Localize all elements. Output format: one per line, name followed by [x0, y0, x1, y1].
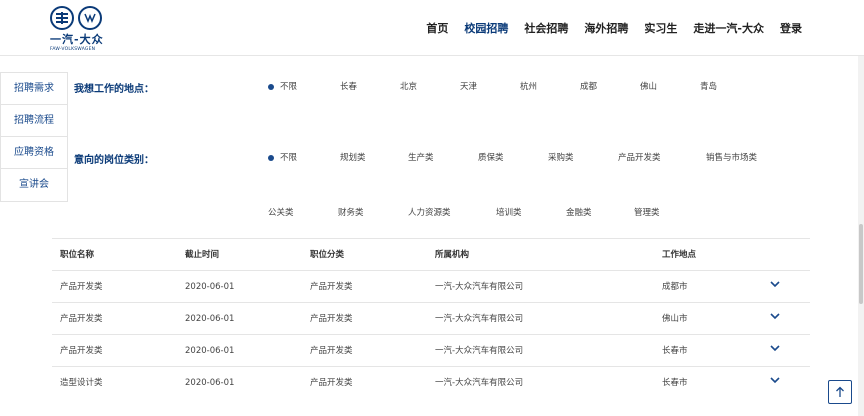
organization: 一汽-大众汽车有限公司 — [435, 314, 524, 324]
header-deadline: 截止时间 — [185, 250, 220, 260]
location-option[interactable]: 佛山 — [640, 80, 657, 92]
category-option[interactable]: 采购类 — [548, 151, 574, 163]
selected-dot-icon — [268, 154, 274, 161]
job-category: 产品开发类 — [310, 282, 353, 292]
category-option[interactable]: 规划类 — [340, 151, 366, 163]
nav-intern[interactable]: 实习生 — [644, 20, 677, 36]
side-menu: 招聘需求 招聘流程 应聘资格 宣讲会 — [0, 72, 68, 202]
category-option[interactable]: 公关类 — [268, 206, 294, 218]
nav-home[interactable]: 首页 — [426, 20, 448, 36]
faw-emblem-icon — [50, 6, 74, 30]
category-option[interactable]: 培训类 — [496, 206, 522, 218]
work-location: 成都市 — [662, 282, 688, 292]
job-title[interactable]: 造型设计类 — [60, 367, 103, 399]
location-option-any[interactable]: 不限 — [268, 80, 297, 92]
side-item-qualifications[interactable]: 应聘资格 — [1, 137, 67, 169]
location-option[interactable]: 长春 — [340, 80, 357, 92]
table-row[interactable]: 产品开发类 2020-06-01 产品开发类 一汽-大众汽车有限公司 长春市 — [52, 334, 810, 366]
deadline: 2020-06-01 — [185, 314, 235, 324]
table-row[interactable]: 造型设计类 2020-06-01 产品开发类 一汽-大众汽车有限公司 长春市 — [52, 366, 810, 398]
side-item-process[interactable]: 招聘流程 — [1, 105, 67, 137]
job-category: 产品开发类 — [310, 314, 353, 324]
table-row[interactable]: 产品开发类 2020-06-01 产品开发类 一汽-大众汽车有限公司 佛山市 — [52, 302, 810, 334]
chevron-down-icon[interactable] — [770, 311, 780, 321]
category-option[interactable]: 销售与市场类 — [706, 151, 757, 163]
nav-overseas-recruitment[interactable]: 海外招聘 — [584, 20, 628, 36]
back-to-top-button[interactable] — [828, 380, 852, 404]
job-category: 产品开发类 — [310, 346, 353, 356]
chevron-down-icon[interactable] — [770, 343, 780, 353]
organization: 一汽-大众汽车有限公司 — [435, 378, 524, 388]
category-option[interactable]: 财务类 — [338, 206, 364, 218]
location-option[interactable]: 北京 — [400, 80, 417, 92]
location-option[interactable]: 青岛 — [700, 80, 717, 92]
site-header: 一汽-大众 FAW-VOLKSWAGEN 首页 校园招聘 社会招聘 海外招聘 实… — [0, 0, 864, 56]
header-category: 职位分类 — [310, 250, 345, 260]
job-title[interactable]: 产品开发类 — [60, 335, 103, 367]
side-item-requirements[interactable]: 招聘需求 — [1, 73, 67, 105]
work-location: 佛山市 — [662, 314, 688, 324]
location-option[interactable]: 杭州 — [520, 80, 537, 92]
category-option[interactable]: 产品开发类 — [618, 151, 661, 163]
category-option[interactable]: 质保类 — [478, 151, 504, 163]
location-option[interactable]: 成都 — [580, 80, 597, 92]
arrow-up-icon — [836, 386, 844, 397]
organization: 一汽-大众汽车有限公司 — [435, 346, 524, 356]
header-job-title: 职位名称 — [60, 250, 95, 260]
scrollbar-thumb[interactable] — [859, 224, 863, 304]
category-option[interactable]: 金融类 — [566, 206, 592, 218]
organization: 一汽-大众汽车有限公司 — [435, 282, 524, 292]
deadline: 2020-06-01 — [185, 282, 235, 292]
work-location: 长春市 — [662, 346, 688, 356]
category-option[interactable]: 生产类 — [408, 151, 434, 163]
chevron-down-icon[interactable] — [770, 279, 780, 289]
deadline: 2020-06-01 — [185, 378, 235, 388]
header-location: 工作地点 — [662, 250, 697, 260]
faw-vw-logo[interactable]: 一汽-大众 FAW-VOLKSWAGEN — [50, 6, 114, 52]
chevron-down-icon[interactable] — [770, 375, 780, 385]
deadline: 2020-06-01 — [185, 346, 235, 356]
page-scrollbar[interactable] — [858, 56, 864, 416]
job-title[interactable]: 产品开发类 — [60, 303, 103, 335]
logo-text-en: FAW-VOLKSWAGEN — [50, 47, 96, 52]
vw-emblem-icon — [78, 6, 102, 30]
selected-dot-icon — [268, 83, 274, 90]
option-label: 不限 — [280, 153, 298, 163]
main-nav: 首页 校园招聘 社会招聘 海外招聘 实习生 走进一汽-大众 登录 — [426, 20, 802, 36]
job-category: 产品开发类 — [310, 378, 353, 388]
table-row[interactable]: 产品开发类 2020-06-01 产品开发类 一汽-大众汽车有限公司 成都市 — [52, 270, 810, 302]
nav-social-recruitment[interactable]: 社会招聘 — [524, 20, 568, 36]
work-location: 长春市 — [662, 378, 688, 388]
category-filter-label: 意向的岗位类别： — [74, 155, 154, 166]
category-option[interactable]: 人力资源类 — [408, 206, 451, 218]
location-option[interactable]: 天津 — [460, 80, 477, 92]
header-organization: 所属机构 — [435, 250, 470, 260]
category-option-any[interactable]: 不限 — [268, 151, 297, 163]
nav-campus-recruitment[interactable]: 校园招聘 — [464, 20, 508, 36]
nav-about[interactable]: 走进一汽-大众 — [693, 20, 764, 36]
job-title[interactable]: 产品开发类 — [60, 271, 103, 303]
category-option[interactable]: 管理类 — [634, 206, 660, 218]
side-item-seminar[interactable]: 宣讲会 — [1, 169, 67, 201]
job-table: 职位名称 截止时间 职位分类 所属机构 工作地点 产品开发类 2020-06-0… — [52, 238, 810, 398]
option-label: 不限 — [280, 82, 298, 92]
logo-text-cn: 一汽-大众 — [50, 33, 104, 46]
nav-login[interactable]: 登录 — [780, 20, 802, 36]
location-filter-label: 我想工作的地点： — [74, 84, 154, 95]
table-header: 职位名称 截止时间 职位分类 所属机构 工作地点 — [52, 238, 810, 270]
